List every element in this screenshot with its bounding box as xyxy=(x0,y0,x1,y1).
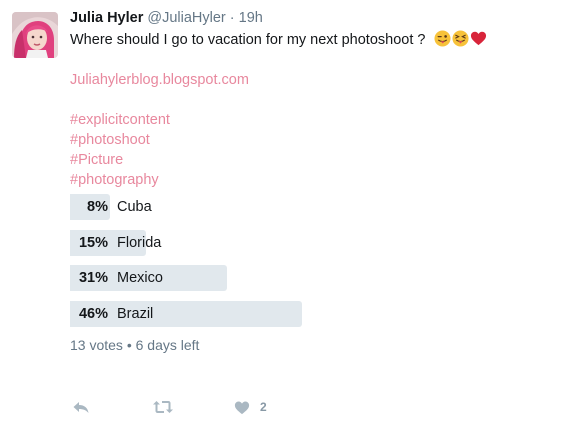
retweet-icon xyxy=(153,401,173,413)
poll-option: 15% Florida xyxy=(70,229,575,256)
display-name[interactable]: Julia Hyler xyxy=(70,10,143,26)
user-handle[interactable]: @JuliaHyler xyxy=(147,10,225,26)
poll-option: 8% Cuba xyxy=(70,194,575,220)
poll-meta: 13 votes • 6 days left xyxy=(70,336,200,353)
hashtag-photoshoot[interactable]: #photoshoot xyxy=(70,130,575,150)
poll-option-label: Brazil xyxy=(117,305,154,322)
poll: 8% Cuba 15% Florida 31% Mexico 46% Brazi… xyxy=(70,194,575,353)
squinting-tongue-face-emoji xyxy=(451,30,469,47)
red-heart-emoji xyxy=(470,31,486,46)
retweet-button[interactable] xyxy=(152,397,174,417)
timestamp[interactable]: 19h xyxy=(239,10,263,26)
blog-link[interactable]: Juliahylerblog.blogspot.com xyxy=(70,70,575,90)
avatar[interactable] xyxy=(12,12,58,58)
hashtag-picture[interactable]: #Picture xyxy=(70,150,575,170)
poll-percent: 46% xyxy=(78,305,108,322)
poll-option: 46% Brazil xyxy=(70,300,575,327)
poll-option-label: Florida xyxy=(117,234,162,251)
tweet-content: Julia Hyler @JuliaHyler · 19h Where shou… xyxy=(70,8,575,353)
poll-percent: 8% xyxy=(87,199,108,215)
poll-percent: 15% xyxy=(78,234,108,251)
hashtag-photography[interactable]: #photography xyxy=(70,170,575,190)
reply-icon xyxy=(73,402,89,413)
tweet-body: Where should I go to vacation for my nex… xyxy=(70,30,575,50)
tweet-header: Julia Hyler @JuliaHyler · 19h xyxy=(70,8,575,28)
tweet-text: Where should I go to vacation for my nex… xyxy=(70,30,575,190)
tweet: Julia Hyler @JuliaHyler · 19h Where shou… xyxy=(0,0,588,427)
separator-dot: · xyxy=(229,10,235,26)
winking-tongue-face-emoji xyxy=(433,30,451,47)
poll-option-label: Mexico xyxy=(117,270,163,286)
poll-option: 31% Mexico xyxy=(70,265,575,291)
hashtag-explicitcontent[interactable]: #explicitcontent xyxy=(70,110,575,130)
tweet-body-text: Where should I go to vacation for my nex… xyxy=(70,32,426,48)
reply-button[interactable] xyxy=(72,397,90,417)
heart-icon xyxy=(234,400,250,414)
poll-option-label: Cuba xyxy=(117,199,152,215)
poll-percent: 31% xyxy=(78,270,108,286)
like-count: 2 xyxy=(260,400,267,414)
like-button[interactable]: 2 xyxy=(234,397,267,417)
